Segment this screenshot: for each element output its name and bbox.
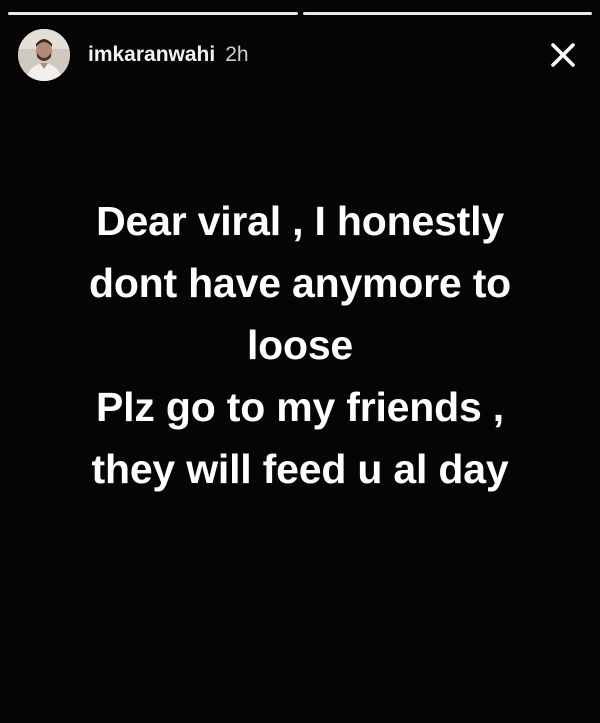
progress-segment-2 [302,12,592,15]
profile-photo-icon [18,29,70,81]
story-header: imkaranwahi 2h [18,28,582,82]
close-button[interactable] [546,38,580,72]
close-icon [551,43,575,67]
post-time: 2h [225,43,249,66]
username[interactable]: imkaranwahi [88,43,215,67]
story-text: Dear viral , I honestly dont have anymor… [88,198,512,492]
user-meta: imkaranwahi 2h [88,43,249,67]
avatar[interactable] [18,29,70,81]
progress-segment-1 [8,12,298,15]
progress-fill-1 [8,12,298,15]
story-progress-bars [8,12,592,15]
progress-fill-2 [302,12,592,15]
